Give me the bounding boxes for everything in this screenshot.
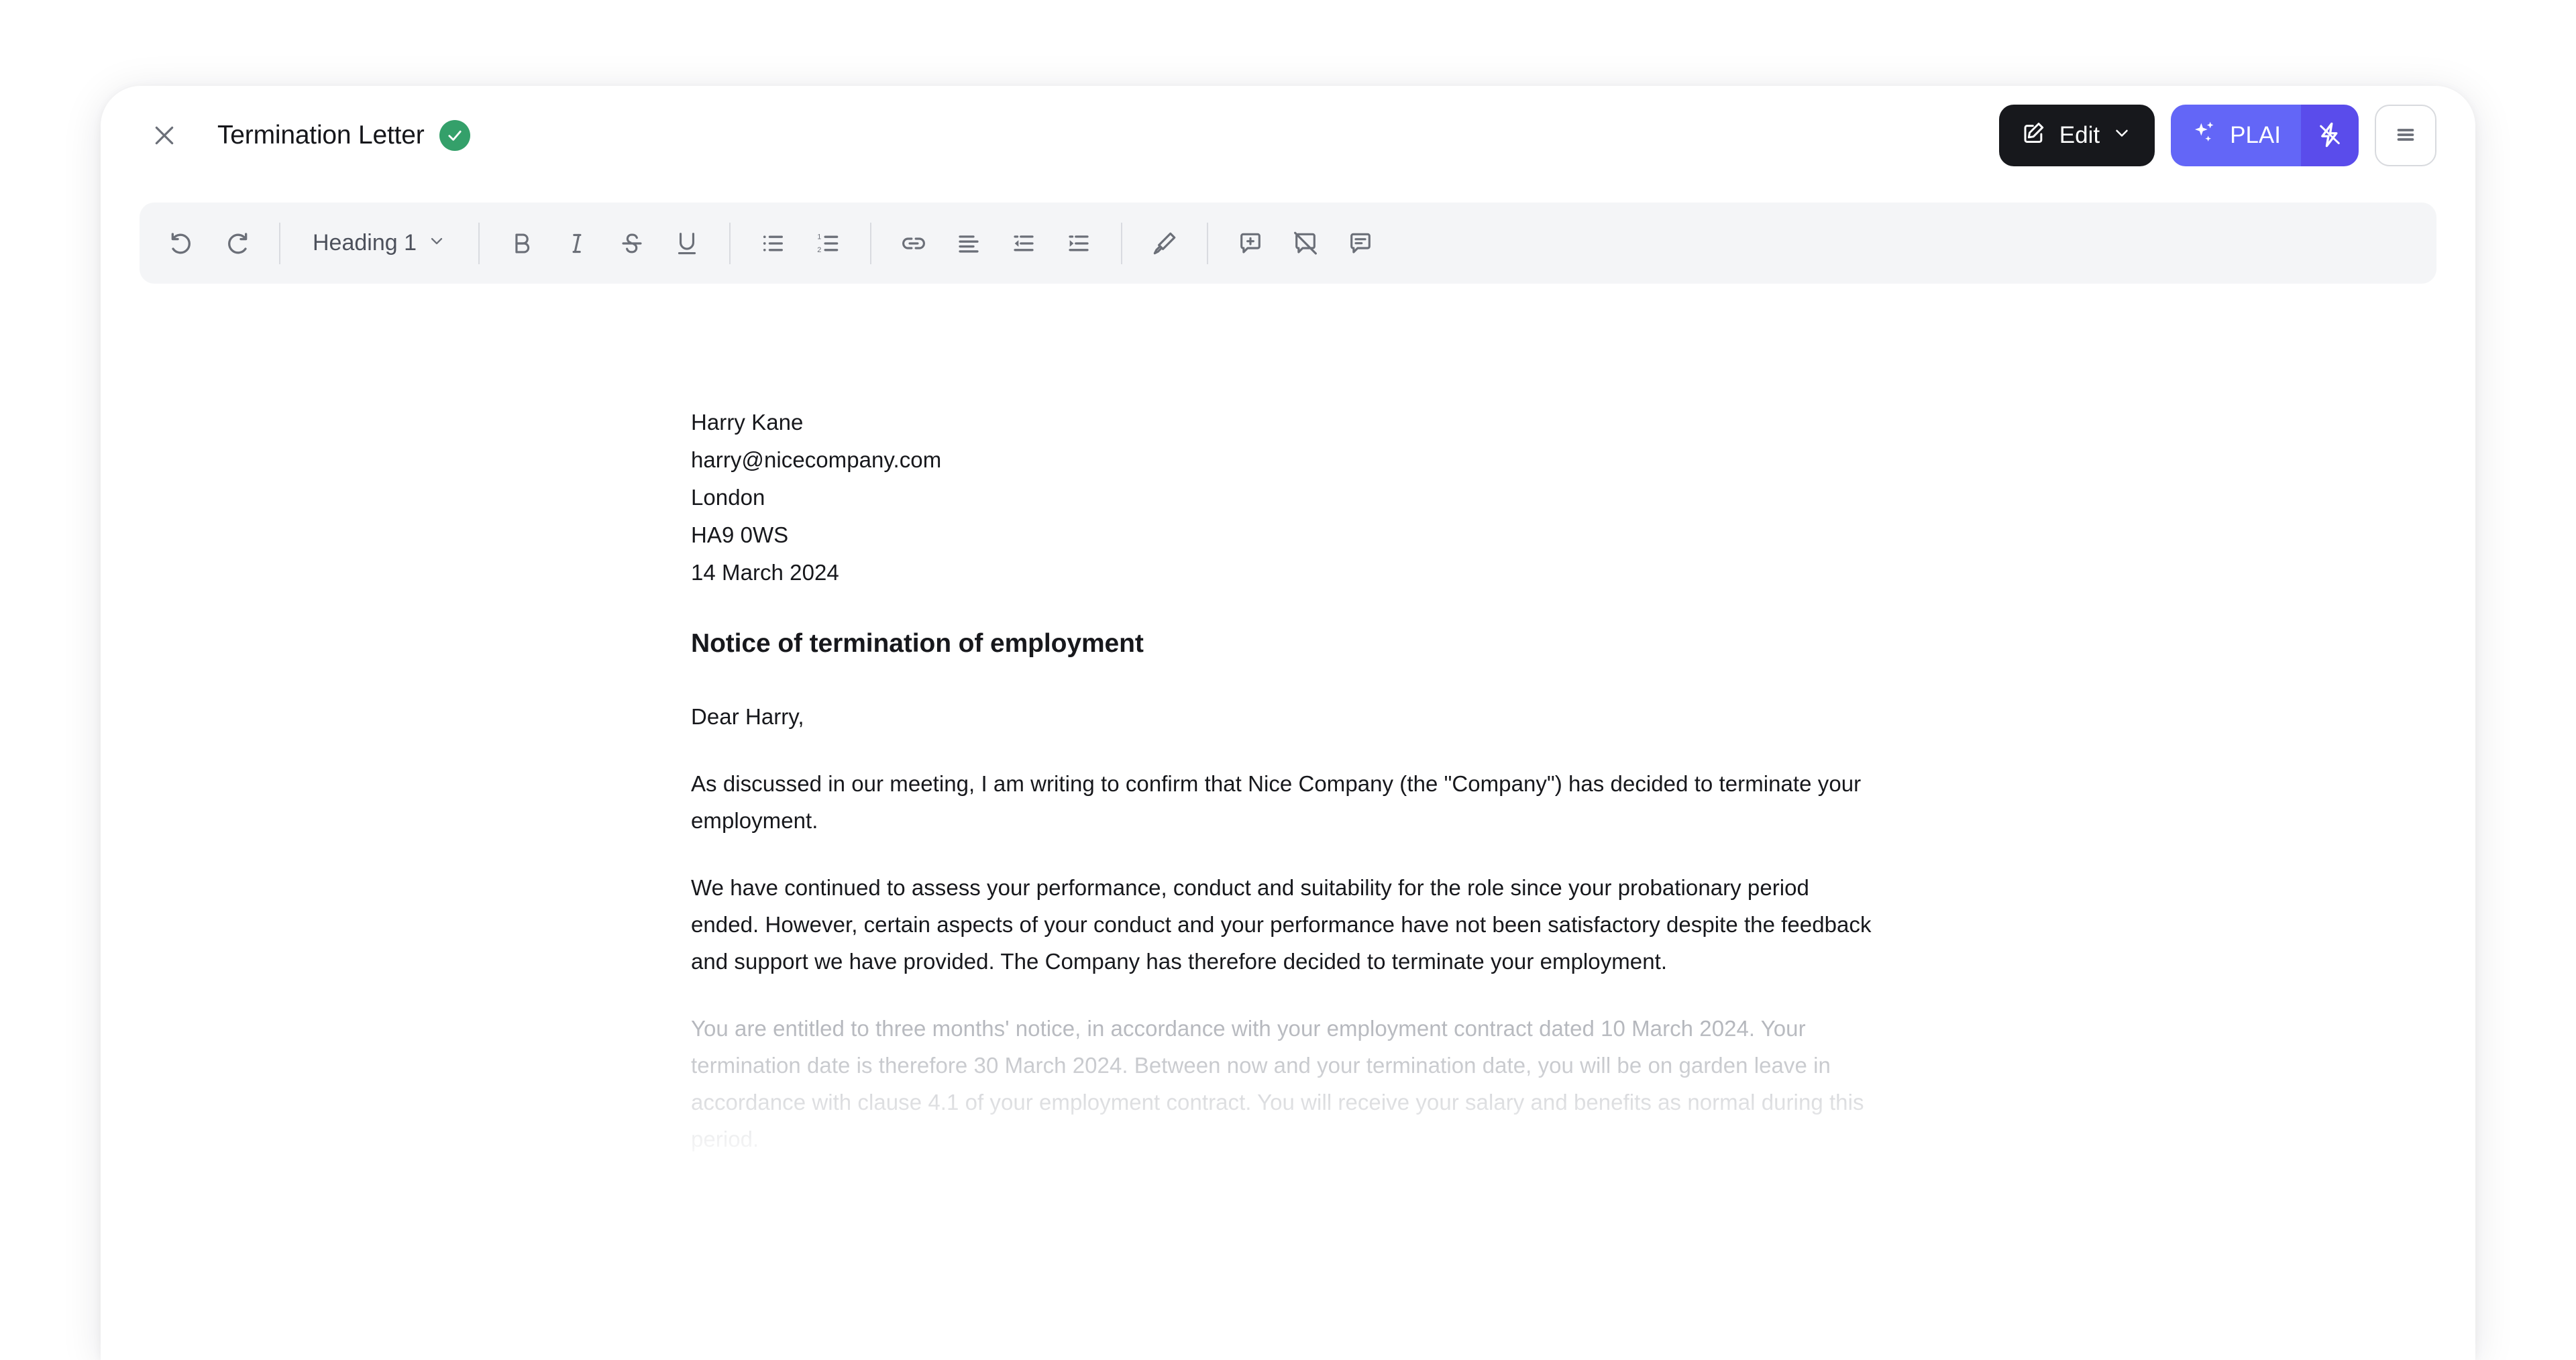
address-line: Harry Kane [691,404,1872,441]
add-comment-button[interactable] [1223,216,1278,271]
document-scroll-area[interactable]: Harry Kane harry@nicecompany.com London … [101,294,2475,1360]
redo-button[interactable] [209,216,264,271]
header-actions: Edit PLAI [1999,105,2436,166]
strikethrough-button[interactable] [604,216,659,271]
underline-icon [673,229,701,258]
comment-off-icon [1291,229,1320,258]
text-style-label: Heading 1 [313,230,417,256]
plai-main-segment[interactable]: PLAI [2171,105,2301,166]
lightning-bolt-icon [2316,121,2344,151]
close-button[interactable] [140,111,189,160]
toolbar-separator [478,223,480,264]
document-paragraph: As discussed in our meeting, I am writin… [691,765,1872,839]
address-line: HA9 0WS [691,516,1872,554]
edit-button-label: Edit [2059,122,2100,149]
toolbar-separator [1207,223,1208,264]
comment-lines-icon [1346,229,1375,258]
text-style-select[interactable]: Heading 1 [295,216,464,271]
plai-button[interactable]: PLAI [2171,105,2359,166]
modal-header: Termination Letter Edit [101,86,2475,185]
strikethrough-icon [618,229,646,258]
italic-icon [563,229,591,258]
undo-icon [168,229,196,258]
document-paragraph-faded: You are entitled to three months' notice… [691,1010,1872,1157]
document-modal-card: Termination Letter Edit [101,86,2475,1360]
toolbar-separator [279,223,280,264]
chevron-down-icon [427,230,446,256]
page-title: Termination Letter [217,121,425,150]
status-badge [439,120,470,151]
outdent-icon [1010,229,1038,258]
align-left-button[interactable] [941,216,996,271]
document-title-group: Termination Letter [217,120,470,151]
svg-text:1: 1 [817,233,821,241]
document-body[interactable]: Harry Kane harry@nicecompany.com London … [691,404,1872,1157]
toolbar-separator [870,223,871,264]
svg-text:2: 2 [817,245,821,253]
editor-toolbar: Heading 1 [140,203,2436,284]
document-paragraph: We have continued to assess your perform… [691,869,1872,980]
plai-bolt-segment[interactable] [2301,105,2359,166]
link-icon [900,229,928,258]
outdent-button[interactable] [996,216,1051,271]
hide-comments-button[interactable] [1278,216,1333,271]
address-line: London [691,479,1872,516]
document-heading: Notice of termination of employment [691,626,1872,661]
highlighter-button[interactable] [1137,216,1192,271]
indent-icon [1065,229,1093,258]
hamburger-menu-icon [2392,121,2420,151]
plai-button-label: PLAI [2230,122,2281,149]
highlighter-pen-icon [1150,229,1179,258]
close-icon [151,122,178,149]
indent-button[interactable] [1051,216,1106,271]
address-line: harry@nicecompany.com [691,441,1872,479]
comment-plus-icon [1236,229,1265,258]
address-line: 14 March 2024 [691,554,1872,591]
bulleted-list-button[interactable] [745,216,800,271]
check-icon [445,126,464,145]
undo-button[interactable] [154,216,209,271]
document-salutation: Dear Harry, [691,698,1872,735]
underline-button[interactable] [659,216,714,271]
align-left-icon [955,229,983,258]
bulleted-list-icon [759,229,787,258]
chevron-down-icon [2112,122,2132,149]
show-comments-button[interactable] [1333,216,1388,271]
numbered-list-button[interactable]: 1 2 [800,216,855,271]
toolbar-separator [729,223,731,264]
redo-icon [223,229,251,258]
bold-button[interactable] [494,216,549,271]
numbered-list-icon: 1 2 [814,229,842,258]
toolbar-separator [1121,223,1122,264]
menu-button[interactable] [2375,105,2436,166]
bold-icon [508,229,536,258]
content-fade-overlay [101,1159,2475,1360]
edit-button[interactable]: Edit [1999,105,2155,166]
link-button[interactable] [886,216,941,271]
sparkles-icon [2191,119,2218,152]
edit-square-pencil-icon [2021,119,2047,152]
italic-button[interactable] [549,216,604,271]
